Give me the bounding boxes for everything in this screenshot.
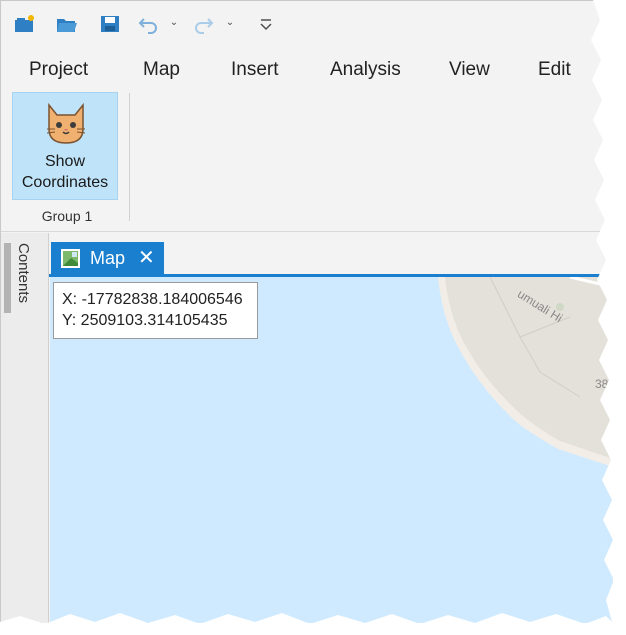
torn-edge — [0, 0, 626, 635]
